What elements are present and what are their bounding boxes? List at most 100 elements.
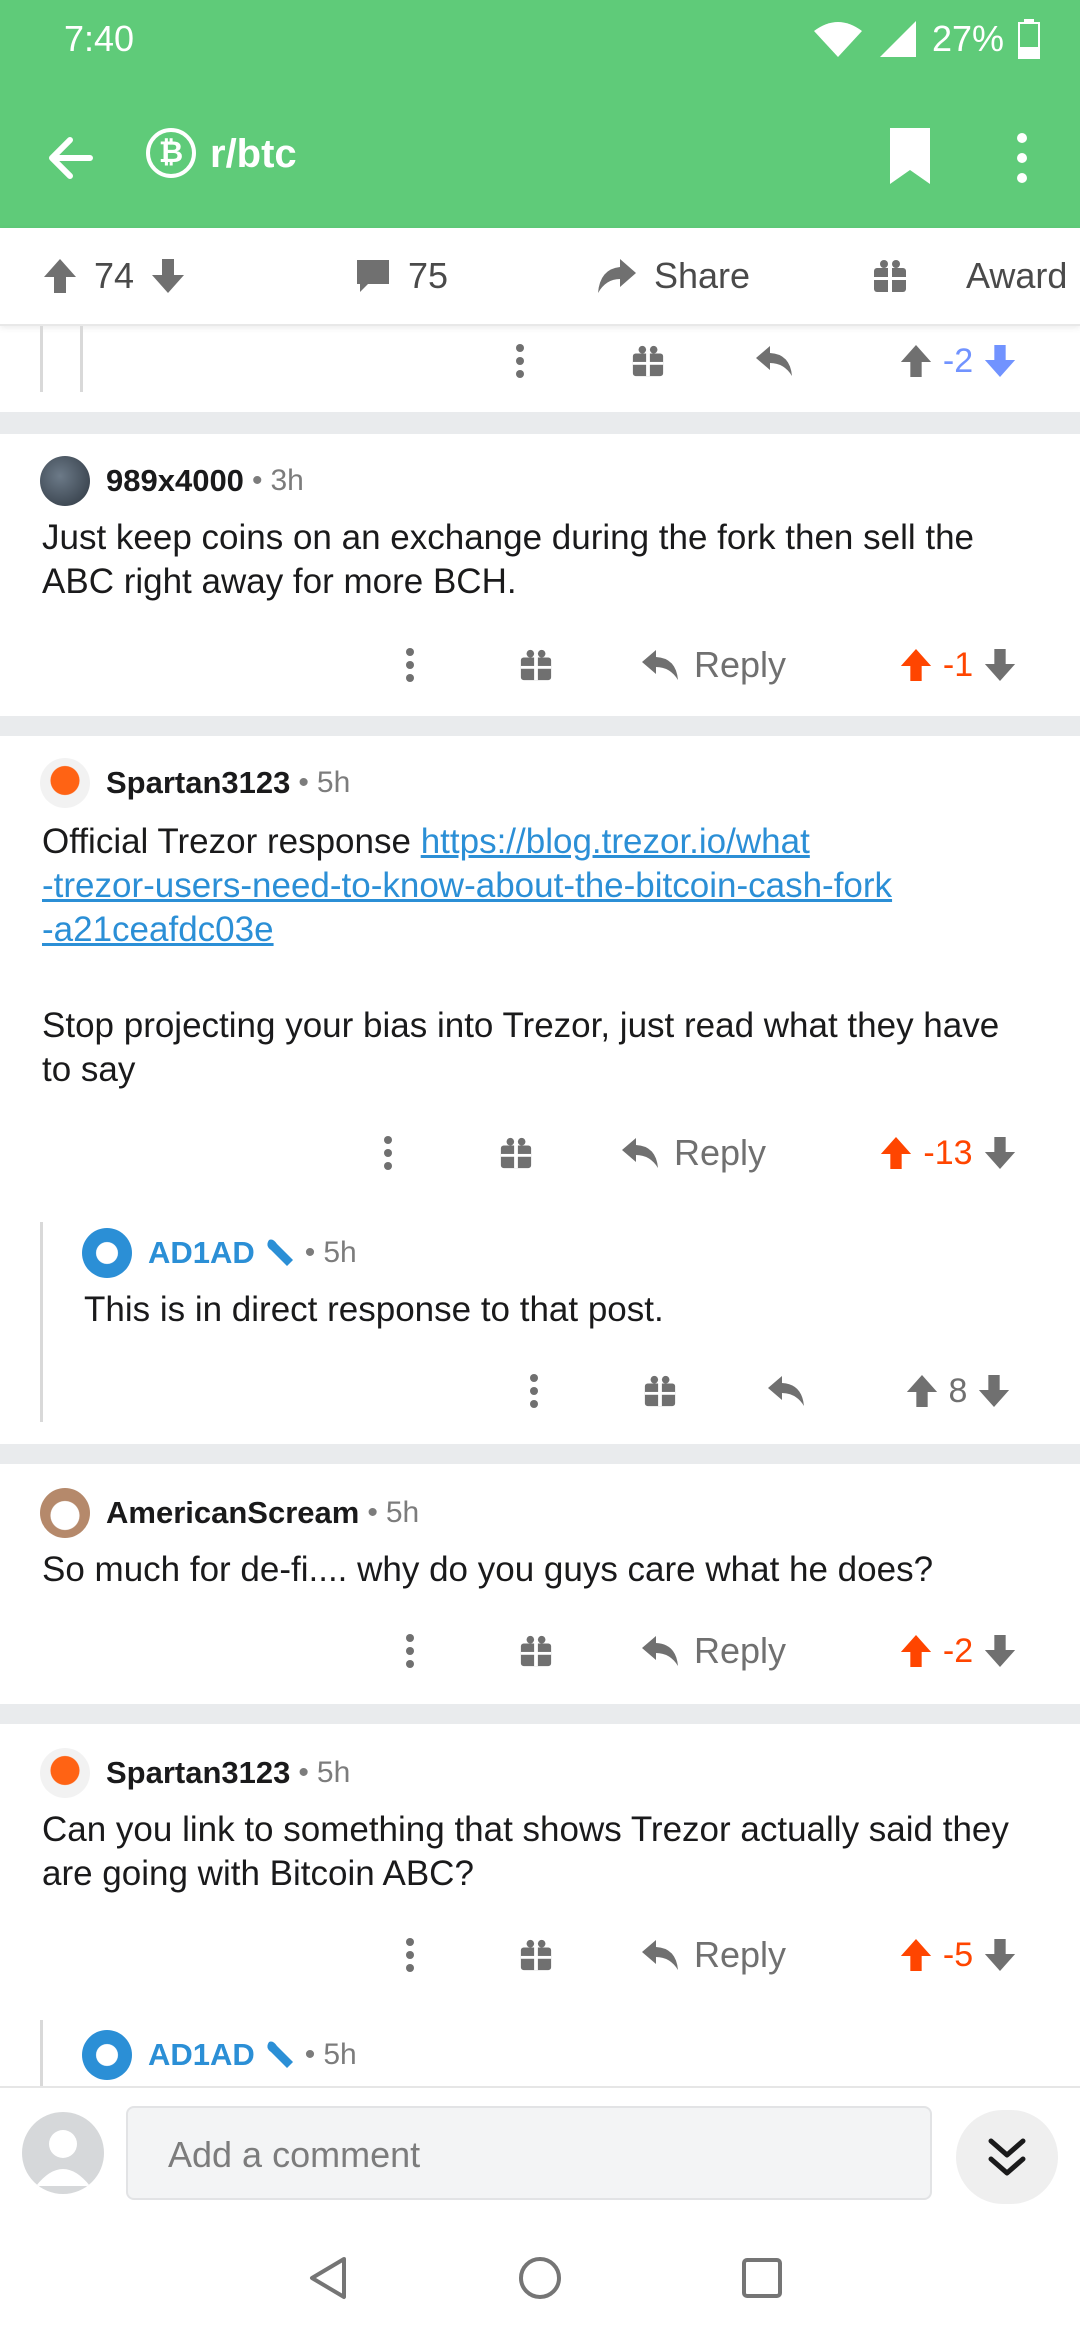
downvote-icon[interactable]: [983, 343, 1017, 379]
more-vertical-icon: [516, 344, 524, 378]
comment-time: 5h: [316, 1756, 351, 1789]
more-options-button[interactable]: [368, 1118, 408, 1188]
reply-icon: [768, 1376, 804, 1406]
comment-author[interactable]: AD1AD: [148, 1235, 255, 1271]
more-options-button[interactable]: [390, 1920, 430, 1990]
subreddit-icon[interactable]: ₿: [146, 128, 196, 178]
gift-icon: [500, 1137, 532, 1169]
triangle-back-icon: [310, 2257, 346, 2299]
post-score: 74: [94, 255, 135, 296]
avatar[interactable]: [40, 758, 90, 808]
trezor-link[interactable]: https://blog.trezor.io/what: [421, 822, 810, 861]
comment-time: 3h: [270, 464, 304, 497]
comment-author[interactable]: Spartan3123: [106, 765, 290, 801]
share-button[interactable]: Share: [596, 228, 750, 324]
comment-actions: Reply -13: [0, 1118, 1080, 1188]
more-options-button[interactable]: [390, 630, 430, 700]
downvote-icon[interactable]: [983, 647, 1017, 683]
award-button[interactable]: Award: [872, 228, 1067, 324]
battery-percent: 27%: [931, 18, 1004, 59]
comment-author[interactable]: Spartan3123: [106, 1755, 290, 1791]
more-vertical-icon: [530, 1374, 538, 1408]
avatar[interactable]: [40, 1488, 90, 1538]
vote-controls: 8: [878, 1356, 1038, 1426]
upvote-icon[interactable]: [899, 647, 933, 683]
upvote-icon[interactable]: [899, 1633, 933, 1669]
vote-controls: -1: [878, 630, 1038, 700]
wrench-icon: [267, 1239, 293, 1266]
downvote-icon[interactable]: [983, 1937, 1017, 1973]
comment-actions: Reply -5: [0, 1920, 1080, 1990]
reply-button[interactable]: Reply: [620, 1118, 790, 1188]
nav-back-button[interactable]: [300, 2250, 356, 2306]
vote-controls: -2: [878, 326, 1038, 396]
award-button[interactable]: [640, 1356, 680, 1426]
gift-icon: [520, 1939, 552, 1971]
comment-time: 5h: [323, 2038, 357, 2071]
downvote-icon[interactable]: [150, 257, 186, 295]
gift-icon: [874, 260, 906, 292]
reply-button[interactable]: [764, 1356, 808, 1426]
upvote-icon[interactable]: [899, 1937, 933, 1973]
comment-header: AD1AD • 5h: [82, 2030, 357, 2080]
award-button[interactable]: [516, 1616, 556, 1686]
downvote-icon[interactable]: [977, 1373, 1011, 1409]
comment-body: Official Trezor response https://blog.tr…: [42, 820, 1042, 1092]
upvote-icon[interactable]: [899, 343, 933, 379]
nav-recents-button[interactable]: [734, 2250, 790, 2306]
comment-header: 989x4000 • 3h: [40, 456, 304, 506]
comment-author[interactable]: AmericanScream: [106, 1495, 359, 1531]
trezor-link-cont[interactable]: -trezor-users-need-to-know-about-the-bit…: [42, 864, 1042, 908]
comment-header: Spartan3123 • 5h: [40, 1748, 350, 1798]
upvote-icon[interactable]: [905, 1373, 939, 1409]
collapse-button[interactable]: [956, 2110, 1058, 2204]
nav-home-button[interactable]: [512, 2250, 568, 2306]
comment-author[interactable]: AD1AD: [148, 2037, 255, 2073]
subreddit-title[interactable]: r/btc: [210, 126, 297, 182]
upvote-icon[interactable]: [42, 257, 78, 295]
more-options-button[interactable]: [514, 1356, 554, 1426]
award-button[interactable]: [516, 1920, 556, 1990]
system-nav-bar: [0, 2216, 1080, 2340]
more-options-button[interactable]: [390, 1616, 430, 1686]
comment-body: Can you link to something that shows Tre…: [42, 1810, 1009, 1893]
comment-body: So much for de-fi.... why do you guys ca…: [42, 1550, 934, 1589]
add-comment-input[interactable]: Add a comment: [126, 2106, 932, 2200]
comment-score: -13: [923, 1133, 973, 1172]
reply-button[interactable]: Reply: [640, 630, 810, 700]
comment-header: Spartan3123 • 5h: [40, 758, 350, 808]
more-options-button[interactable]: [500, 326, 540, 396]
award-button[interactable]: [496, 1118, 536, 1188]
comment-header: AD1AD • 5h: [82, 1228, 357, 1278]
back-button[interactable]: [40, 126, 104, 190]
comment-score: -2: [942, 1631, 974, 1670]
avatar[interactable]: [82, 2030, 132, 2080]
reply-button[interactable]: [752, 326, 796, 396]
comment-header: AmericanScream • 5h: [40, 1488, 419, 1538]
more-options-button[interactable]: [1002, 126, 1042, 190]
user-avatar[interactable]: [22, 2112, 104, 2194]
downvote-icon[interactable]: [983, 1633, 1017, 1669]
downvote-icon[interactable]: [983, 1135, 1017, 1171]
comment-divider: [0, 1704, 1080, 1724]
reply-button[interactable]: Reply: [640, 1920, 810, 1990]
avatar[interactable]: [82, 1228, 132, 1278]
award-button[interactable]: [628, 326, 668, 396]
square-recents-icon: [742, 2258, 782, 2298]
bookmark-button[interactable]: [886, 126, 934, 186]
avatar[interactable]: [40, 1748, 90, 1798]
comment-score: 8: [948, 1371, 968, 1410]
upvote-icon[interactable]: [879, 1135, 913, 1171]
reply-icon: [642, 1636, 678, 1666]
avatar[interactable]: [40, 456, 90, 506]
post-action-bar: 74 75 Share Award: [0, 228, 1080, 326]
reply-icon: [756, 346, 792, 376]
wrench-icon: [267, 2041, 293, 2068]
comments-count[interactable]: 75: [354, 228, 448, 324]
reply-button[interactable]: Reply: [640, 1616, 810, 1686]
signal-icon: [879, 21, 916, 57]
award-button[interactable]: [516, 630, 556, 700]
gift-icon: [520, 649, 552, 681]
trezor-link-cont[interactable]: -a21ceafdc03e: [42, 908, 1042, 952]
comment-author[interactable]: 989x4000: [106, 463, 244, 499]
